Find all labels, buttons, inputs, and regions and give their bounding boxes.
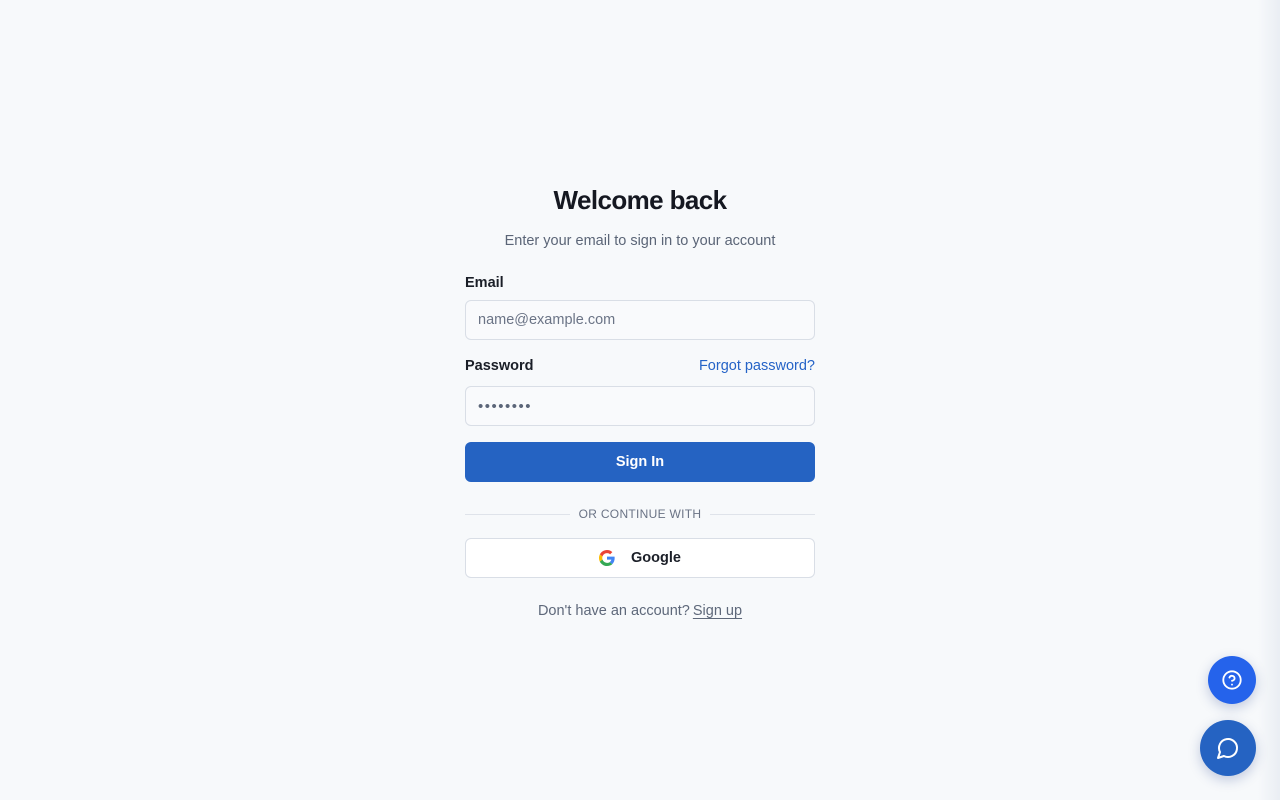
chat-icon [1217, 738, 1238, 759]
sign-up-link[interactable]: Sign up [693, 603, 742, 619]
sign-in-button[interactable]: Sign In [465, 442, 815, 482]
google-sign-in-button[interactable]: Google [465, 538, 815, 578]
help-icon [1222, 670, 1242, 690]
divider-line-right [710, 513, 816, 515]
edge-shadow [1258, 0, 1280, 800]
help-button[interactable] [1208, 656, 1256, 704]
divider-text: OR CONTINUE WITH [578, 507, 702, 521]
password-input[interactable] [465, 386, 815, 426]
chat-button[interactable] [1200, 720, 1256, 776]
google-icon [599, 550, 615, 566]
signup-prompt: Don't have an account? Sign up [465, 603, 815, 619]
divider: OR CONTINUE WITH [465, 506, 816, 522]
email-label-row: Email [465, 274, 815, 292]
email-label: Email [465, 275, 504, 291]
forgot-password-link[interactable]: Forgot password? [699, 358, 815, 374]
page-subtitle: Enter your email to sign in to your acco… [504, 233, 776, 249]
password-label: Password [465, 358, 534, 374]
password-label-row: Password Forgot password? [465, 357, 815, 375]
divider-line-left [465, 513, 570, 515]
signup-prompt-text: Don't have an account? [537, 603, 690, 619]
google-button-label: Google [631, 550, 681, 566]
email-input[interactable] [465, 300, 815, 340]
login-page: Welcome back Enter your email to sign in… [0, 0, 1280, 800]
page-title: Welcome back [553, 185, 728, 215]
login-card: Welcome back Enter your email to sign in… [465, 183, 816, 619]
